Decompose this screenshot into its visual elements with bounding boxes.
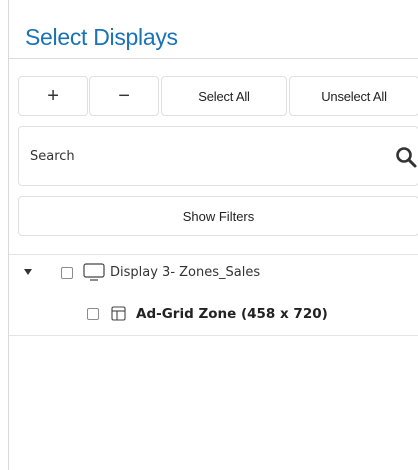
- title-divider: [9, 58, 418, 59]
- monitor-icon: [83, 263, 105, 281]
- display-checkbox[interactable]: [61, 267, 73, 279]
- tree-divider-bottom: [9, 335, 418, 336]
- zone-checkbox[interactable]: [87, 308, 99, 320]
- tree-divider-top: [9, 254, 418, 255]
- tree-item-label: Ad-Grid Zone (458 x 720): [136, 306, 328, 322]
- caret-down-icon[interactable]: [23, 267, 33, 277]
- select-displays-panel: Select Displays + − Select All Unselect …: [8, 0, 418, 470]
- tree-item-label: Display 3- Zones_Sales: [110, 265, 261, 280]
- zone-layout-icon: [111, 306, 126, 321]
- search-label: Search: [30, 149, 75, 164]
- remove-button[interactable]: −: [89, 76, 159, 116]
- search-icon[interactable]: [394, 145, 418, 169]
- show-filters-button[interactable]: Show Filters: [18, 196, 418, 236]
- select-all-button[interactable]: Select All: [161, 76, 287, 116]
- add-button[interactable]: +: [18, 76, 88, 116]
- page-title: Select Displays: [25, 24, 178, 50]
- unselect-all-button[interactable]: Unselect All: [289, 76, 418, 116]
- search-input[interactable]: Search: [18, 126, 418, 186]
